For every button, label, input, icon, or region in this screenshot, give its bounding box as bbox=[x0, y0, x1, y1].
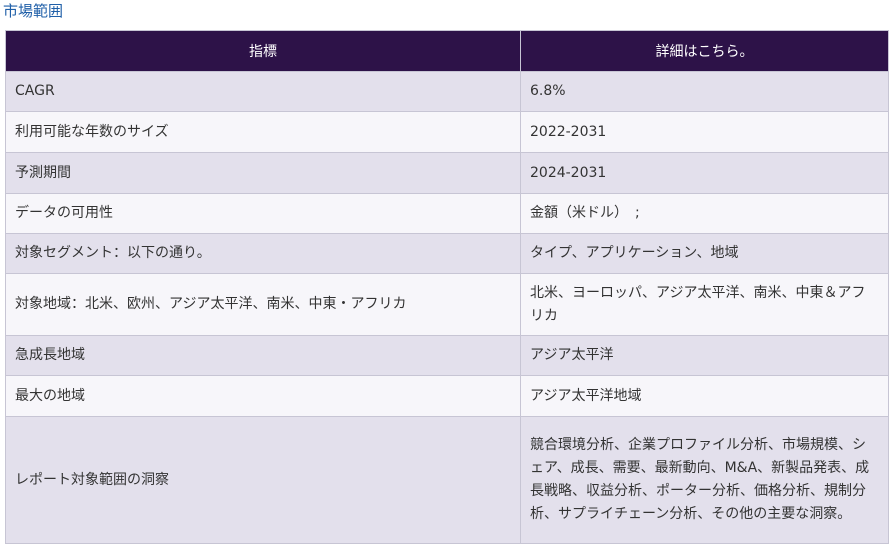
detail-cell: タイプ、アプリケーション、地域 bbox=[520, 233, 889, 274]
metric-cell: 急成長地域 bbox=[5, 335, 521, 376]
table-row: 予測期間 2024-2031 bbox=[5, 152, 889, 194]
detail-cell: 北米、ヨーロッパ、アジア太平洋、南米、中東＆アフリカ bbox=[520, 273, 889, 336]
header-metric: 指標 bbox=[5, 30, 521, 72]
table-row: レポート対象範囲の洞察 競合環境分析、企業プロファイル分析、市場規模、シェア、成… bbox=[5, 416, 889, 544]
detail-cell: 2024-2031 bbox=[520, 152, 889, 194]
metric-cell: 予測期間 bbox=[5, 152, 521, 194]
detail-cell: 競合環境分析、企業プロファイル分析、市場規模、シェア、成長、需要、最新動向、M&… bbox=[520, 416, 889, 544]
detail-cell: アジア太平洋 bbox=[520, 335, 889, 376]
metric-cell: 対象地域：北米、欧州、アジア太平洋、南米、中東・アフリカ bbox=[5, 273, 521, 336]
market-scope-table: 指標 詳細はこちら。 CAGR 6.8% 利用可能な年数のサイズ 2022-20… bbox=[5, 30, 889, 544]
section-title: 市場範囲 bbox=[3, 2, 64, 20]
table-row: 対象地域：北米、欧州、アジア太平洋、南米、中東・アフリカ 北米、ヨーロッパ、アジ… bbox=[5, 273, 889, 336]
metric-cell: 対象セグメント：以下の通り。 bbox=[5, 233, 521, 274]
table-header-row: 指標 詳細はこちら。 bbox=[5, 30, 889, 72]
header-details: 詳細はこちら。 bbox=[520, 30, 889, 72]
detail-cell: 2022-2031 bbox=[520, 111, 889, 153]
table-row: データの可用性 金額（米ドル） ; bbox=[5, 193, 889, 234]
detail-cell: アジア太平洋地域 bbox=[520, 375, 889, 417]
metric-cell: 最大の地域 bbox=[5, 375, 521, 417]
metric-cell: データの可用性 bbox=[5, 193, 521, 234]
table-row: 最大の地域 アジア太平洋地域 bbox=[5, 375, 889, 417]
table-row: 利用可能な年数のサイズ 2022-2031 bbox=[5, 111, 889, 153]
metric-cell: CAGR bbox=[5, 71, 521, 112]
table-row: 急成長地域 アジア太平洋 bbox=[5, 335, 889, 376]
metric-cell: レポート対象範囲の洞察 bbox=[5, 416, 521, 544]
table-row: 対象セグメント：以下の通り。 タイプ、アプリケーション、地域 bbox=[5, 233, 889, 274]
detail-cell: 金額（米ドル） ; bbox=[520, 193, 889, 234]
detail-cell: 6.8% bbox=[520, 71, 889, 112]
metric-cell: 利用可能な年数のサイズ bbox=[5, 111, 521, 153]
table-row: CAGR 6.8% bbox=[5, 71, 889, 112]
